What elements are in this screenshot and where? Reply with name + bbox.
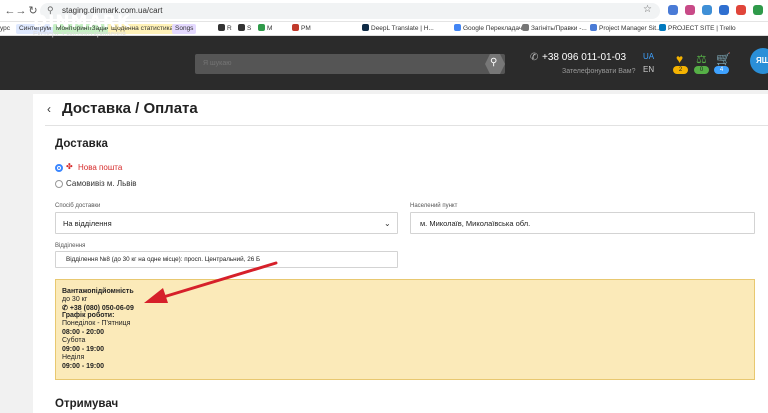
annotation-arrow <box>144 261 278 303</box>
